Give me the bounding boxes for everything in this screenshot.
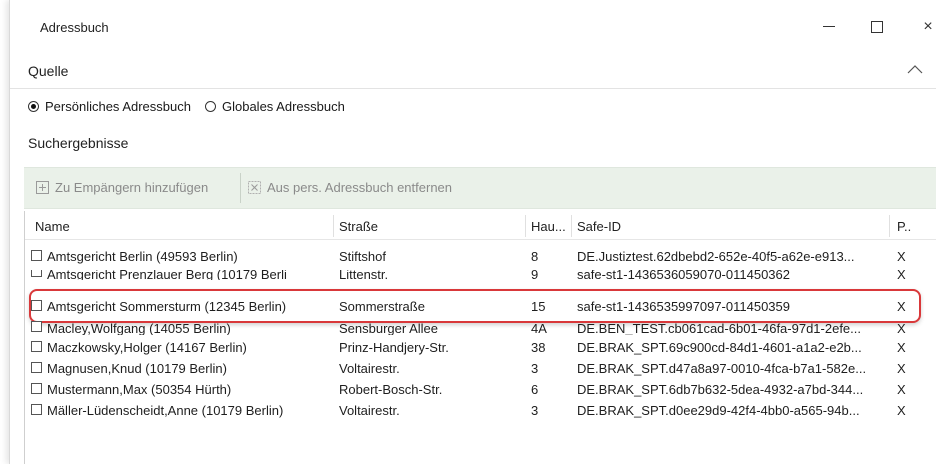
cell-name: Amtsgericht Berlin (49593 Berlin) — [47, 249, 238, 264]
cell-name: Amtsgericht Prenzlauer Berg (10179 Berli — [47, 270, 287, 280]
column-header-house-number[interactable]: Hau... — [531, 219, 566, 234]
cell-house-number: 38 — [531, 340, 546, 355]
close-button[interactable]: × — [913, 14, 936, 40]
column-separator[interactable] — [571, 215, 572, 237]
table-row[interactable]: Mustermann,Max (50354 Hürth) Robert-Bosc… — [25, 379, 936, 399]
cell-street: Littenstr. — [339, 270, 389, 280]
table-row-highlighted[interactable]: Amtsgericht Sommersturm (12345 Berlin) S… — [25, 296, 936, 316]
add-to-recipients-label: Zu Empängern hinzufügen — [55, 180, 209, 195]
cell-p: X — [897, 361, 906, 376]
cell-safe-id: DE.BRAK_SPT.d47a8a97-0010-4fca-b7a1-582e… — [577, 361, 867, 376]
table-row[interactable]: Mäller-Lüdenscheidt,Anne (10179 Berlin) … — [25, 400, 936, 420]
cell-safe-id: DE.BRAK_SPT.d0ee29d9-42f4-4bb0-a565-94b.… — [577, 403, 860, 418]
cell-name: Magnusen,Knud (10179 Berlin) — [47, 361, 227, 376]
column-header-street[interactable]: Straße — [339, 219, 378, 234]
row-checkbox[interactable] — [31, 250, 42, 261]
cell-name: Amtsgericht Sommersturm (12345 Berlin) — [47, 299, 287, 314]
table-row[interactable]: Amtsgericht Berlin (49593 Berlin) Stifts… — [25, 246, 936, 266]
address-book-window: Adressbuch × Quelle Persönliches Adressb… — [9, 0, 936, 464]
cell-p: X — [897, 299, 906, 314]
table-row[interactable]: Magnusen,Knud (10179 Berlin) Voltairestr… — [25, 358, 936, 378]
cell-p: X — [897, 249, 906, 264]
cell-safe-id: DE.BEN_TEST.cb061cad-6b01-46fa-97d1-2efe… — [577, 321, 862, 335]
cell-p: X — [897, 321, 906, 335]
table-header: Name Straße Hau... Safe-ID P.. — [25, 211, 936, 240]
cell-p: X — [897, 403, 906, 418]
remove-label: Aus pers. Adressbuch entfernen — [267, 180, 453, 195]
cell-p: X — [897, 340, 906, 355]
cell-street: Sensburger Allee — [339, 321, 439, 335]
cell-name: Mäller-Lüdenscheidt,Anne (10179 Berlin) — [47, 403, 284, 418]
cell-street: Voltairestr. — [339, 403, 400, 418]
cell-house-number: 3 — [531, 361, 539, 376]
cell-p: X — [897, 382, 906, 397]
maximize-button[interactable] — [862, 14, 892, 40]
row-checkbox[interactable] — [31, 321, 42, 332]
cell-safe-id: safe-st1-1436535997097-011450359 — [577, 299, 790, 314]
remove-from-addressbook-button[interactable]: Aus pers. Adressbuch entfernen — [248, 180, 452, 195]
results-heading: Suchergebnisse — [28, 135, 129, 151]
add-icon — [36, 181, 49, 194]
chevron-up-icon[interactable] — [905, 60, 925, 80]
row-checkbox[interactable] — [31, 383, 42, 394]
radio-checked-icon — [28, 101, 39, 112]
cell-house-number: 9 — [531, 270, 539, 280]
row-checkbox[interactable] — [31, 404, 42, 415]
divider — [10, 88, 936, 89]
radio-label: Globales Adressbuch — [221, 99, 345, 114]
window-title: Adressbuch — [40, 20, 109, 35]
cell-safe-id: safe-st1-1436536059070-011450362 — [577, 270, 790, 280]
results-table: Name Straße Hau... Safe-ID P.. Amtsgeric… — [24, 211, 936, 464]
cell-house-number: 3 — [531, 403, 539, 418]
minimize-button[interactable] — [814, 14, 844, 40]
cell-name: Maczkowsky,Holger (14167 Berlin) — [47, 340, 247, 355]
cell-street: Sommerstraße — [339, 299, 425, 314]
table-row[interactable]: Macley,Wolfgang (14055 Berlin) Sensburge… — [25, 321, 936, 335]
cell-house-number: 4A — [531, 321, 547, 335]
radio-personal-addressbook[interactable]: Persönliches Adressbuch — [28, 99, 191, 114]
cell-street: Prinz-Handjery-Str. — [339, 340, 449, 355]
cell-house-number: 8 — [531, 249, 539, 264]
row-checkbox[interactable] — [31, 341, 42, 352]
column-header-safe-id[interactable]: Safe-ID — [577, 219, 621, 234]
cell-p: X — [897, 270, 906, 280]
table-row[interactable]: Maczkowsky,Holger (14167 Berlin) Prinz-H… — [25, 337, 936, 357]
row-checkbox[interactable] — [31, 270, 42, 277]
column-separator[interactable] — [525, 215, 526, 237]
row-checkbox[interactable] — [31, 300, 42, 311]
add-to-recipients-button[interactable]: Zu Empängern hinzufügen — [36, 180, 208, 195]
column-header-p[interactable]: P.. — [897, 219, 911, 234]
cell-house-number: 15 — [531, 299, 546, 314]
column-header-name[interactable]: Name — [35, 219, 70, 234]
cell-street: Robert-Bosch-Str. — [339, 382, 443, 397]
source-options: Persönliches Adressbuch Globales Adressb… — [28, 99, 359, 114]
radio-label: Persönliches Adressbuch — [45, 99, 191, 114]
row-checkbox[interactable] — [31, 362, 42, 373]
title-bar: Adressbuch × — [10, 0, 936, 56]
cell-street: Voltairestr. — [339, 361, 400, 376]
cell-street: Stiftshof — [339, 249, 386, 264]
cell-house-number: 6 — [531, 382, 539, 397]
cell-safe-id: DE.Justiztest.62dbebd2-652e-40f5-a62e-e9… — [577, 249, 855, 264]
cell-safe-id: DE.BRAK_SPT.69c900cd-84d1-4601-a1a2-e2b.… — [577, 340, 862, 355]
cell-name: Mustermann,Max (50354 Hürth) — [47, 382, 232, 397]
toolbar-separator — [240, 173, 241, 203]
results-toolbar: Zu Empängern hinzufügen Aus pers. Adress… — [24, 167, 936, 209]
source-heading: Quelle — [28, 63, 69, 79]
maximize-icon — [871, 20, 883, 33]
minimize-icon — [823, 26, 835, 28]
radio-global-addressbook[interactable]: Globales Adressbuch — [204, 99, 345, 114]
column-separator[interactable] — [889, 215, 890, 237]
radio-unchecked-icon — [204, 101, 216, 112]
column-separator[interactable] — [333, 215, 334, 237]
cell-safe-id: DE.BRAK_SPT.6db7b632-5dea-4932-a7bd-344.… — [577, 382, 864, 397]
cell-name: Macley,Wolfgang (14055 Berlin) — [47, 321, 231, 335]
table-row[interactable]: Amtsgericht Prenzlauer Berg (10179 Berli… — [25, 270, 936, 280]
remove-icon — [248, 181, 261, 194]
